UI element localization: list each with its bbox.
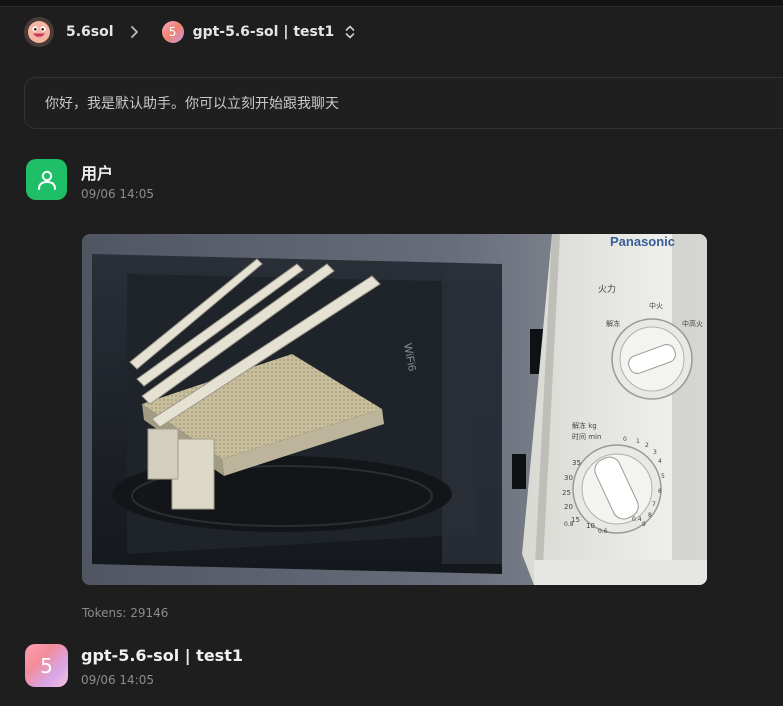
knob-label-mid: 中火 [649, 301, 663, 310]
knob-label-defrost: 解冻 [606, 319, 620, 328]
timer-mark-9: 9 [642, 521, 646, 528]
timer-mark-7: 7 [652, 501, 656, 508]
brand-logo-text: Panasonic [610, 234, 675, 249]
top-strip [0, 0, 783, 7]
breadcrumb: 5.6sol 5 gpt-5.6-sol | test1 [24, 16, 356, 48]
chevron-right-icon [130, 25, 140, 39]
updown-chevron-icon[interactable] [344, 24, 356, 40]
timer-mark-1: 1 [636, 438, 640, 445]
assistant-avatar: 5 [25, 644, 68, 687]
user-name[interactable]: 5.6sol [66, 24, 114, 40]
emoji-avatar-icon[interactable] [24, 17, 54, 47]
heat-label: 火力 [598, 283, 616, 295]
user-message-time: 09/06 14:05 [81, 187, 154, 201]
timer-tick-0.4: 0.4 [632, 516, 642, 523]
timer-mark-8: 8 [648, 512, 652, 519]
timer-tick-0.8: 0.8 [564, 521, 574, 528]
timer-tick-25: 25 [562, 489, 571, 497]
timer-mark-5: 5 [661, 473, 665, 480]
model-selector-label[interactable]: gpt-5.6-sol | test1 [193, 24, 335, 40]
timer-tick-30: 30 [564, 474, 573, 482]
assistant-name-label: gpt-5.6-sol | test1 [81, 646, 243, 665]
assistant-message-time: 09/06 14:05 [81, 673, 154, 687]
timer-mark-3: 3 [653, 449, 657, 456]
timer-mark-6: 6 [658, 488, 662, 495]
greeting-message: 你好，我是默认助手。你可以立刻开始跟我聊天 [24, 77, 783, 129]
knob-label-midhigh: 中高火 [682, 319, 703, 328]
timer-tick-20: 20 [564, 503, 573, 511]
timer-mark-4: 4 [658, 458, 662, 465]
model-badge-icon: 5 [161, 21, 184, 43]
token-count: Tokens: 29146 [82, 606, 169, 620]
timer-tick-10: 10 [586, 522, 595, 530]
timer-tick-0.6: 0.6 [598, 528, 608, 535]
user-name-label: 用户 [81, 164, 114, 183]
chat-page: 5.6sol 5 gpt-5.6-sol | test1 你好，我是默认助手。你… [0, 0, 783, 706]
user-icon [37, 170, 56, 190]
timer-tick-35: 35 [572, 459, 581, 467]
user-avatar [26, 159, 67, 200]
timer-defrost-label: 解冻 kg [572, 421, 597, 430]
timer-mark-2: 2 [645, 442, 649, 449]
attached-photo[interactable]: WiFi6 Panasonic 火力 中火 解冻 中高火 低火 解冻 kg 时间… [82, 234, 707, 585]
timer-time-label: 时间 min [572, 432, 601, 441]
timer-mark-0: 0 [623, 436, 627, 443]
